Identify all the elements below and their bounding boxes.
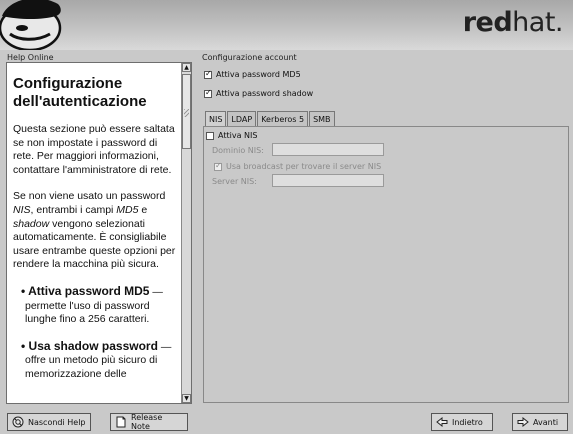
config-section-label: Configurazione account <box>202 53 297 62</box>
help-pane: Configurazione dell'autenticazione Quest… <box>6 62 192 404</box>
nis-server-label: Server NIS: <box>212 177 257 186</box>
help-title: Configurazione dell'autenticazione <box>13 75 147 110</box>
nis-enable-label: Attiva NIS <box>218 131 258 140</box>
nis-enable-checkbox[interactable] <box>206 131 214 140</box>
shadow-option[interactable]: Attiva password shadow <box>204 88 314 98</box>
back-button[interactable]: Indietro <box>431 413 493 431</box>
tab-smb[interactable]: SMB <box>309 111 335 127</box>
tab-ldap[interactable]: LDAP <box>227 111 257 127</box>
help-bullet-md5: • Attiva password MD5 — permette l'uso di… <box>21 283 163 326</box>
shadow-checkbox[interactable] <box>204 88 212 98</box>
next-label: Avanti <box>533 417 559 427</box>
arrow-right-icon <box>517 417 529 427</box>
tab-kerberos[interactable]: Kerberos 5 <box>257 111 309 127</box>
md5-option[interactable]: Attiva password MD5 <box>204 69 301 79</box>
md5-label: Attiva password MD5 <box>216 70 301 79</box>
hide-help-icon <box>12 416 24 428</box>
scroll-grip-icon <box>184 109 189 117</box>
next-button[interactable]: Avanti <box>512 413 568 431</box>
shadow-label: Attiva password shadow <box>216 89 314 98</box>
nis-broadcast-label: Usa broadcast per trovare il server NIS <box>226 162 382 171</box>
scroll-up-arrow-icon[interactable]: ▲ <box>182 63 191 72</box>
hide-help-button[interactable]: Nascondi Help <box>7 413 91 431</box>
back-label: Indietro <box>452 417 483 427</box>
release-notes-button[interactable]: Release Note <box>110 413 188 431</box>
nis-broadcast-option[interactable]: Usa broadcast per trovare il server NIS <box>214 161 382 171</box>
nis-broadcast-checkbox[interactable] <box>214 161 222 171</box>
document-icon <box>116 416 126 428</box>
help-bullet-shadow: • Usa shadow password — offre un metodo p… <box>21 338 172 380</box>
scroll-thumb[interactable] <box>182 74 191 149</box>
auth-tabs: NIS LDAP Kerberos 5 SMB <box>205 111 336 127</box>
help-paragraph-nis: Se non viene usato un password NIS, entr… <box>13 190 176 271</box>
nis-enable-option[interactable]: Attiva NIS <box>206 131 257 140</box>
nis-server-input[interactable] <box>272 174 384 187</box>
help-pane-label: Help Online <box>7 53 54 62</box>
nis-domain-input[interactable] <box>272 143 384 156</box>
help-paragraph-intro: Questa sezione può essere saltata se non… <box>13 123 175 176</box>
arrow-left-icon <box>436 417 448 427</box>
redhat-shadowman-logo <box>0 0 62 50</box>
nis-domain-label: Dominio NIS: <box>212 146 264 155</box>
header-banner: redhat. <box>0 0 573 50</box>
md5-checkbox[interactable] <box>204 69 212 79</box>
redhat-wordmark: redhat. <box>462 7 564 38</box>
release-notes-label: Release Note <box>131 413 163 431</box>
hide-help-label: Nascondi Help <box>28 417 86 427</box>
tab-nis[interactable]: NIS <box>205 111 227 127</box>
help-content: Configurazione dell'autenticazione Quest… <box>13 75 177 395</box>
help-scrollbar[interactable]: ▲ ▼ <box>181 63 191 403</box>
scroll-down-arrow-icon[interactable]: ▼ <box>182 394 191 403</box>
